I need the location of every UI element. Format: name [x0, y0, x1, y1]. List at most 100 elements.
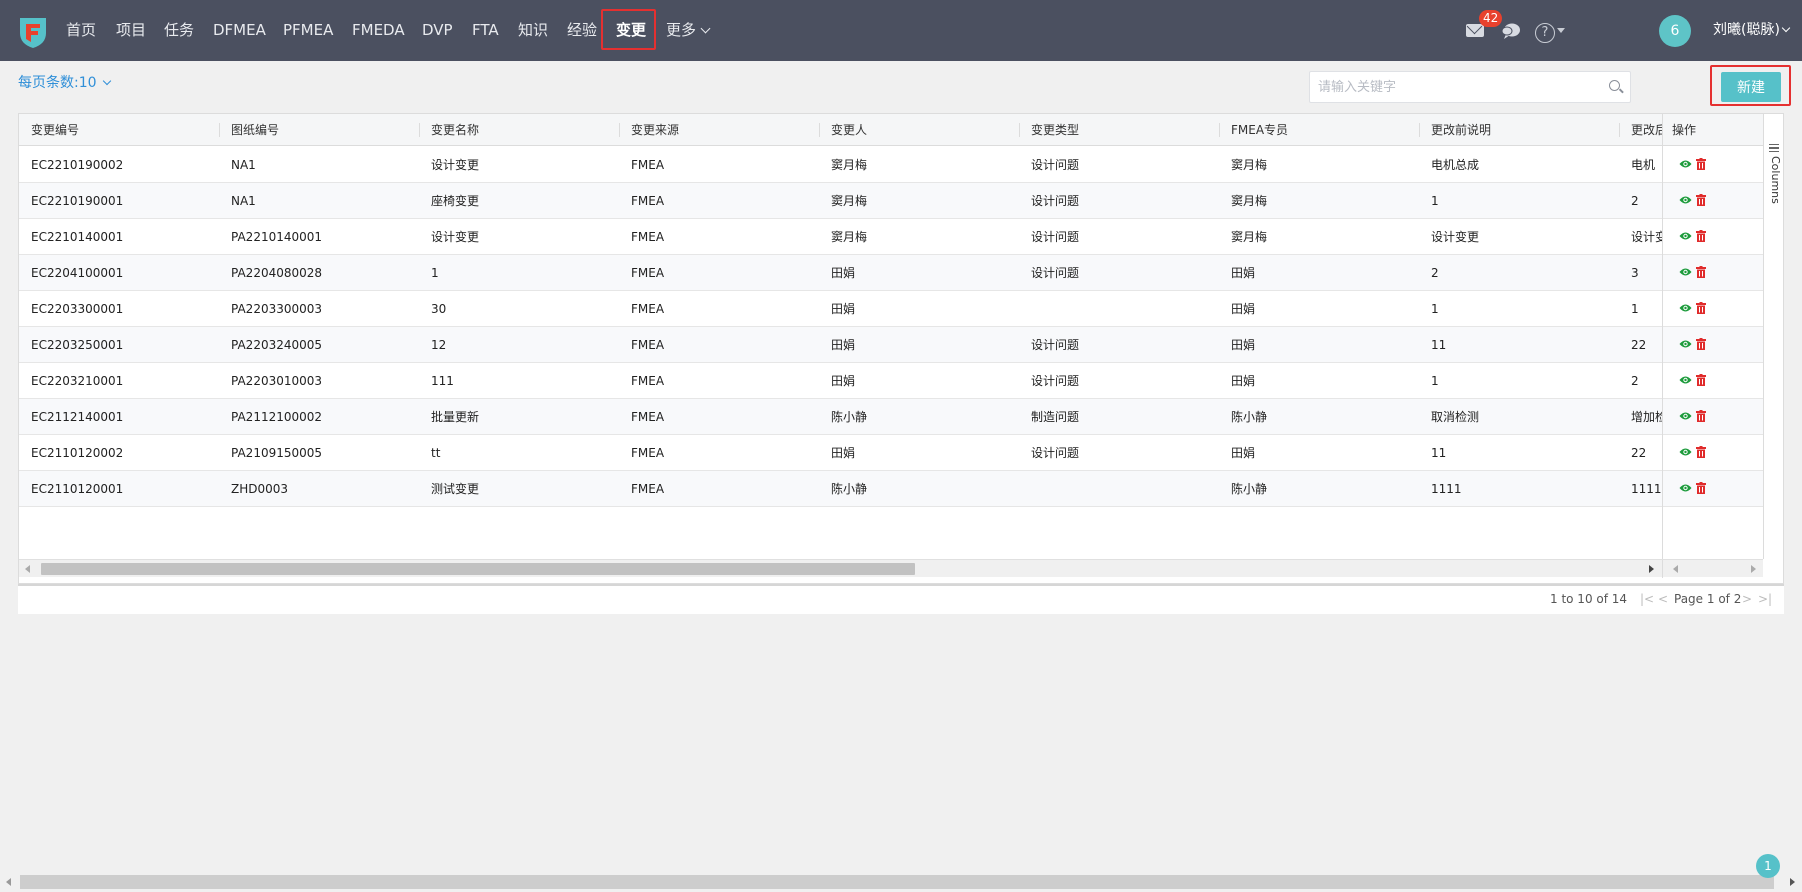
- table-cell: 111: [431, 374, 454, 388]
- scroll-right-arrow-icon[interactable]: [1751, 565, 1756, 573]
- table-cell: PA2210140001: [231, 230, 323, 244]
- table-row[interactable]: EC2203300001 PA2203300003 30 FMEA 田娟 田娟 1 1: [19, 291, 1763, 327]
- floating-notification-badge[interactable]: 1: [1756, 854, 1780, 878]
- table-row[interactable]: EC2210190001 NA1 座椅变更 FMEA 窦月梅 设计问题 窦月梅 1 2: [19, 183, 1763, 219]
- table-cell: PA2109150005: [231, 446, 323, 460]
- column-header-drawing-id[interactable]: 图纸编号: [219, 114, 419, 146]
- table-cell: 设计问题: [1031, 194, 1080, 208]
- table-cell: 窦月梅: [831, 230, 868, 244]
- nav-item-dvp[interactable]: DVP: [422, 0, 453, 61]
- user-avatar[interactable]: 6: [1659, 15, 1691, 47]
- chat-icon[interactable]: [1501, 22, 1521, 40]
- table-cell: 2: [1431, 266, 1439, 280]
- menu-icon: [1769, 144, 1779, 152]
- nav-item-home[interactable]: 首页: [66, 0, 96, 61]
- column-header-change-name[interactable]: 变更名称: [419, 114, 619, 146]
- table-row[interactable]: EC2210140001 PA2210140001 设计变更 FMEA 窦月梅 设计问题 窦…: [19, 219, 1763, 255]
- table-cell: 田娟: [831, 266, 856, 280]
- table-cell: 设计问题: [1031, 266, 1080, 280]
- table-row[interactable]: EC2203250001 PA2203240005 12 FMEA 田娟 设计问题 田娟 11…: [19, 327, 1763, 363]
- table-row[interactable]: EC2204100001 PA2204080028 1 FMEA 田娟 设计问题 田娟 2 3: [19, 255, 1763, 291]
- search-icon[interactable]: [1609, 80, 1620, 91]
- table-row[interactable]: EC2110120002 PA2109150005 tt FMEA 田娟 设计问题 田娟 11…: [19, 435, 1763, 471]
- table-cell: 设计问题: [1031, 158, 1080, 172]
- columns-side-panel[interactable]: Columns: [1763, 114, 1783, 559]
- column-header-after-desc[interactable]: 更改后: [1619, 114, 1662, 146]
- column-header-label: 变更名称: [431, 123, 480, 137]
- table-cell: EC2203300001: [31, 302, 124, 316]
- nav-item-pfmea[interactable]: PFMEA: [283, 0, 333, 61]
- table-cell: 田娟: [1231, 266, 1256, 280]
- table-cell: 设计变: [1631, 230, 1662, 244]
- scroll-left-arrow-icon[interactable]: [25, 565, 30, 573]
- nav-item-fmeda[interactable]: FMEDA: [352, 0, 405, 61]
- nav-item-experience[interactable]: 经验: [567, 0, 597, 61]
- scroll-right-arrow-icon[interactable]: [1649, 565, 1654, 573]
- table-row[interactable]: EC2112140001 PA2112100002 批量更新 FMEA 陈小静 制造问题 陈…: [19, 399, 1763, 435]
- table-cell: PA2203010003: [231, 374, 323, 388]
- column-header-before-desc[interactable]: 更改前说明: [1419, 114, 1619, 146]
- scroll-left-arrow-icon[interactable]: [6, 878, 11, 886]
- help-dropdown-icon[interactable]: [1557, 28, 1565, 33]
- previous-page-icon[interactable]: <: [1658, 592, 1668, 606]
- column-header-change-id[interactable]: 变更编号: [19, 114, 219, 146]
- scrollbar-thumb[interactable]: [41, 563, 915, 575]
- table-cell: 设计问题: [1031, 338, 1080, 352]
- table-row[interactable]: EC2203210001 PA2203010003 111 FMEA 田娟 设计问题 田娟 1…: [19, 363, 1763, 399]
- table-cell: PA2112100002: [231, 410, 323, 424]
- page-size-dropdown[interactable]: 每页条数:10: [18, 72, 111, 92]
- table-cell: 设计变更: [431, 230, 480, 244]
- table-horizontal-scrollbar[interactable]: [19, 559, 1763, 578]
- chevron-down-icon: [700, 23, 711, 34]
- table-cell: EC2210140001: [31, 230, 124, 244]
- scrollbar-thumb[interactable]: [20, 875, 1774, 889]
- mail-icon[interactable]: [1466, 24, 1484, 37]
- nav-item-tasks[interactable]: 任务: [164, 0, 194, 61]
- table-cell: 设计变更: [1431, 230, 1480, 244]
- table-cell: 设计问题: [1031, 446, 1080, 460]
- column-header-label: FMEA专员: [1231, 123, 1289, 137]
- table-cell: FMEA: [631, 410, 665, 424]
- username-label: 刘曦(聪脉): [1713, 22, 1780, 38]
- table-cell: 田娟: [1231, 446, 1256, 460]
- table-cell: 田娟: [831, 374, 856, 388]
- help-icon[interactable]: ?: [1535, 23, 1555, 43]
- change-table: 变更编号 图纸编号 变更名称 变更来源 变更人 变更类型 FMEA专员 更改前说…: [18, 113, 1784, 584]
- table-cell: 11: [1431, 338, 1447, 352]
- scroll-left-arrow-icon[interactable]: [1673, 565, 1678, 573]
- nav-item-projects[interactable]: 项目: [116, 0, 146, 61]
- pinned-actions-column: [1662, 114, 1763, 559]
- search-input[interactable]: [1310, 72, 1590, 102]
- table-cell: FMEA: [631, 302, 665, 316]
- first-page-icon[interactable]: |<: [1640, 592, 1654, 606]
- new-button[interactable]: 新建: [1721, 72, 1781, 102]
- column-header-change-source[interactable]: 变更来源: [619, 114, 819, 146]
- column-header-fmea-owner[interactable]: FMEA专员: [1219, 114, 1419, 146]
- chevron-down-icon: [102, 76, 111, 86]
- nav-item-dfmea[interactable]: DFMEA: [213, 0, 266, 61]
- nav-item-knowledge[interactable]: 知识: [518, 0, 548, 61]
- pagination-page: Page 1 of 2: [1674, 592, 1742, 606]
- app-logo-icon[interactable]: [18, 15, 48, 49]
- nav-item-more[interactable]: 更多: [666, 0, 711, 61]
- table-row[interactable]: EC2210190002 NA1 设计变更 FMEA 窦月梅 设计问题 窦月梅 电机总成 电机: [19, 147, 1763, 183]
- column-header-change-type[interactable]: 变更类型: [1019, 114, 1219, 146]
- nav-item-fta[interactable]: FTA: [472, 0, 499, 61]
- table-cell: 1: [1631, 302, 1639, 316]
- table-cell: FMEA: [631, 338, 665, 352]
- scroll-right-arrow-icon[interactable]: [1790, 878, 1795, 886]
- table-cell: 窦月梅: [1231, 230, 1268, 244]
- next-page-icon[interactable]: >: [1742, 592, 1752, 606]
- table-cell: 12: [431, 338, 447, 352]
- user-menu[interactable]: 刘曦(聪脉): [1713, 0, 1791, 61]
- column-header-changer[interactable]: 变更人: [819, 114, 1019, 146]
- top-navbar: 首页 项目 任务 DFMEA PFMEA FMEDA DVP FTA 知识 经验…: [0, 0, 1802, 61]
- table-cell: 1: [1431, 374, 1439, 388]
- table-cell: 增加检: [1631, 410, 1662, 424]
- table-cell: 窦月梅: [1231, 194, 1268, 208]
- table-row[interactable]: EC2110120001 ZHD0003 测试变更 FMEA 陈小静 陈小静 1111 111…: [19, 471, 1763, 507]
- page-horizontal-scrollbar[interactable]: [0, 872, 1802, 892]
- last-page-icon[interactable]: >|: [1758, 592, 1772, 606]
- search-box: [1309, 71, 1631, 103]
- column-header-label: 更改前说明: [1431, 123, 1492, 137]
